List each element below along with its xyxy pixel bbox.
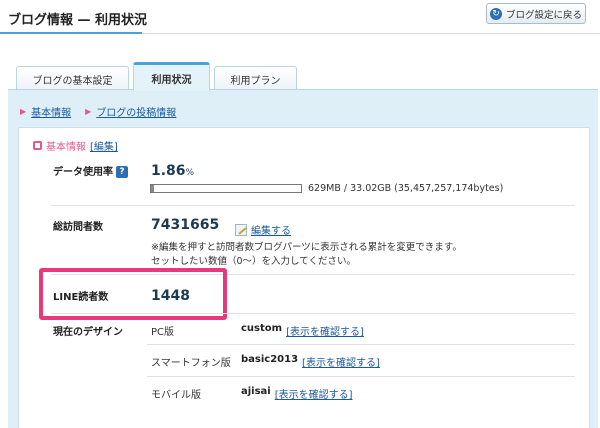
data-usage-value: 1.86 — [151, 163, 186, 179]
tab-usage[interactable]: 利用状況 — [133, 62, 210, 91]
data-usage-label: データ使用率? — [53, 163, 128, 178]
help-icon[interactable]: ? — [116, 166, 128, 178]
visitors-count: 7431665 — [151, 217, 220, 233]
tab-plan[interactable]: 利用プラン — [214, 66, 297, 91]
data-usage-label-text: データ使用率 — [53, 167, 113, 178]
tab-basic-settings[interactable]: ブログの基本設定 — [16, 66, 129, 91]
device-label: モバイル版 — [151, 390, 201, 401]
page-title: ブログ情報 — 利用状況 — [8, 13, 148, 28]
pencil-icon — [235, 223, 247, 236]
section-edit-link[interactable]: [編集] — [90, 138, 118, 153]
design-row-pc: PC版 custom [表示を確認する] — [151, 323, 364, 338]
row-divider — [147, 344, 575, 345]
breadcrumb-label: ブログの投稿情報 — [96, 108, 177, 119]
preview-link[interactable]: [表示を確認する] — [275, 386, 353, 401]
preview-link[interactable]: [表示を確認する] — [286, 323, 364, 338]
edit-visitors-label: 編集する — [251, 226, 291, 237]
data-usage-caption: 629MB / 33.02GB (35,457,257,174bytes) — [308, 183, 504, 194]
row-divider — [51, 205, 575, 206]
design-row-smartphone: スマートフォン版 basic2013 [表示を確認する] — [151, 354, 380, 369]
theme-name: custom — [241, 323, 283, 334]
visitors-note-line1: ※編集を押すと訪問者数ブログパーツに表示される累計を変更できます。 — [151, 242, 462, 253]
visitors-note: ※編集を押すと訪問者数ブログパーツに表示される累計を変更できます。 セットしたい… — [151, 241, 462, 269]
back-button-label: ブログ設定に戻る — [505, 9, 582, 21]
data-usage-bar-fill — [151, 185, 154, 192]
design-row-mobile: モバイル版 ajisai [表示を確認する] — [151, 386, 353, 401]
theme-name: basic2013 — [241, 354, 299, 365]
design-label: 現在のデザイン — [53, 327, 123, 338]
info-card: 基本情報 [編集] データ使用率? 1.86% 629MB / 33.02GB … — [18, 127, 590, 428]
breadcrumb-post-info[interactable]: ▶ ブログの投稿情報 — [85, 104, 176, 119]
breadcrumb: ▶ 基本情報 ▶ ブログの投稿情報 — [20, 104, 176, 119]
triangle-right-icon: ▶ — [20, 107, 27, 116]
visitors-label: 総訪問者数 — [53, 222, 103, 233]
square-bullet-icon — [33, 141, 42, 150]
triangle-right-icon: ▶ — [85, 107, 92, 116]
visitors-note-line2: セットしたい数値（0〜）を入力してください。 — [151, 256, 356, 267]
title-accent-bar — [0, 32, 142, 34]
row-divider — [147, 376, 575, 377]
breadcrumb-label: 基本情報 — [31, 108, 72, 119]
theme-name: ajisai — [241, 386, 271, 397]
back-to-blog-settings-button[interactable]: ↻ ブログ設定に戻る — [486, 3, 586, 24]
section-header: 基本情報 [編集] — [33, 138, 118, 153]
edit-visitors-button[interactable]: 編集する — [235, 222, 291, 237]
device-label: PC版 — [151, 327, 175, 338]
row-divider — [51, 313, 575, 314]
content-panel: ▶ 基本情報 ▶ ブログの投稿情報 基本情報 [編集] データ使用率? 1.86… — [8, 89, 598, 428]
breadcrumb-basic-info[interactable]: ▶ 基本情報 — [20, 104, 71, 119]
return-arrow-icon: ↻ — [489, 7, 502, 20]
percent-unit: % — [185, 168, 195, 178]
section-title: 基本情報 — [46, 142, 86, 153]
data-usage-bar — [150, 184, 302, 193]
preview-link[interactable]: [表示を確認する] — [302, 354, 380, 369]
device-label: スマートフォン版 — [151, 358, 231, 369]
data-usage-percent: 1.86% — [151, 163, 194, 179]
